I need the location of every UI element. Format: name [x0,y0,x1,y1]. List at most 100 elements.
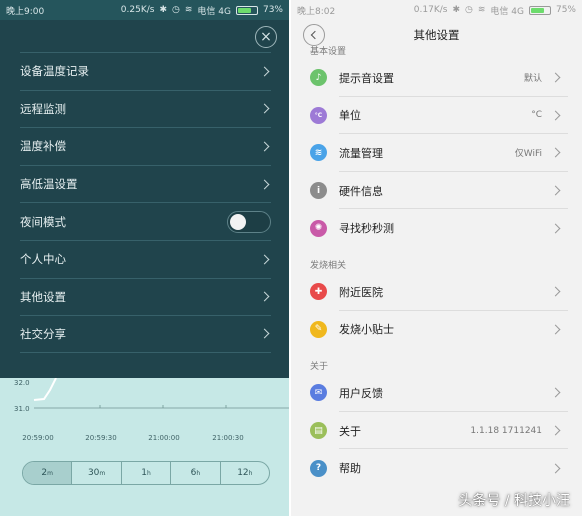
range-button[interactable]: 12 h [219,462,269,484]
section-header: 发烧相关 [310,260,347,271]
find-device-icon: ✺ [310,219,327,237]
settings-row-label: 提示音设置 [339,71,394,85]
range-unit: h [196,469,201,477]
chevron-right-icon [550,463,561,474]
about-icon: ▤ [310,422,327,440]
chevron-right-icon [550,148,561,158]
chevron-right-icon [259,291,270,302]
status-time: 晚上9:00 [6,6,45,17]
right-screen: 晚上8:02 0.17K/s ✱ ◷ ≋ 电信 4G 75% 其他设置 基本设置… [291,0,582,516]
drawer-item[interactable]: 高低温设置 [20,164,271,203]
x-tick-label: 20:59:00 [22,434,53,442]
close-drawer-button[interactable]: × [255,26,277,48]
alarm-icon: ◷ [172,5,180,15]
range-button[interactable]: 2m [23,462,72,484]
drawer-item[interactable]: 设备温度记录 [20,52,271,90]
y-tick-label: 32.0 [14,379,30,387]
info-icon: i [310,182,327,200]
range-value: 12 [237,468,249,478]
battery-icon [235,5,258,15]
drawer-item-label: 夜间模式 [20,214,66,229]
drawer-item[interactable]: 个人中心 [20,239,271,278]
drawer-item[interactable]: 远程监测 [20,89,271,128]
drawer-menu: 设备温度记录 远程监测温度补偿 高低温设置夜间模式个人中心其他设置社交分享 [20,52,271,353]
settings-row-label: 寻找秒秒测 [339,222,394,236]
range-unit: h [248,469,253,477]
tips-icon: ✎ [310,320,327,338]
wifi-icon: ≋ [310,144,327,162]
settings-row-label: 用户反馈 [339,386,383,400]
time-range-selector: 2 m 30 m 1 h 6 h 12 h [22,461,270,485]
range-button[interactable]: 1h [120,462,170,484]
settings-row[interactable]: ♪ 提示音设置 默认 [291,59,582,97]
drawer-item[interactable]: 社交分享 [20,315,271,353]
wifi-status-icon: ≋ [184,5,193,15]
settings-row[interactable]: °C 单位 °C [291,97,582,135]
unit-icon: °C [310,106,327,124]
drawer-item[interactable]: 其他设置 [20,277,271,316]
chevron-right-icon [550,286,561,297]
range-button[interactable]: 30 m [71,462,120,484]
bluetooth-icon: ✱ [452,5,461,15]
status-bar: 晚上9:00 0.25K/s ✱ ◷ ≋ 电信 4G 73% [0,0,289,20]
drawer-item-label: 远程监测 [20,101,66,116]
settings-row[interactable]: ✺ 寻找秒秒测 [291,209,582,247]
drawer-item-label: 设备温度记录 [20,64,89,79]
temperature-line [33,378,57,401]
chevron-right-icon [550,185,561,196]
drawer-item-label: 其他设置 [20,289,66,304]
back-button[interactable] [303,24,325,46]
settings-row[interactable]: ≋ 流量管理 仅WiFi [291,134,582,172]
wifi-status-icon: ≋ [477,5,486,15]
bluetooth-icon: ✱ [159,5,168,15]
temperature-chart: 32.0 31.0 20:59:00 20:59:30 21:00:00 21:00:30… [0,378,289,516]
side-drawer: × 设备温度记录 远程监测温度补偿 高低温设置夜间模式个人中心其他设置社交分享 [0,20,289,378]
drawer-item[interactable]: 夜间模式 [20,202,271,240]
settings-group: ✚ 附近医院 ✎ 发烧小贴士 [291,272,582,349]
chevron-right-icon [550,223,561,234]
chevron-right-icon [550,425,561,436]
hospital-icon: ✚ [310,283,327,301]
settings-row[interactable]: ✎ 发烧小贴士 [291,311,582,349]
settings-row-label: 关于 [339,424,361,438]
settings-row[interactable]: ▤ 关于 1.1.18 1711241 [291,412,582,450]
settings-group: ♪ 提示音设置 默认 °C 单位 °C ≋ 流量管理 仅WiFi i 硬件信息 ✺ 寻找秒秒测 [291,59,582,247]
chevron-right-icon [550,388,561,398]
range-unit: h [146,469,151,477]
x-tick-label: 21:00:00 [148,434,179,442]
page-title: 其他设置 [413,28,460,42]
chevron-right-icon [550,324,561,335]
carrier-label: 电信 4G [197,6,231,17]
range-button[interactable]: 6h [170,462,219,484]
settings-row[interactable]: ✚ 附近医院 [291,273,582,311]
settings-row[interactable]: i 硬件信息 [291,172,582,210]
section-header: 关于 [310,362,329,373]
drawer-item-label: 社交分享 [20,326,66,341]
range-unit: m [99,469,106,477]
chevron-right-icon [259,103,270,114]
settings-group: ✉ 用户反馈 ▤ 关于 1.1.18 1711241? 帮助 [291,374,582,487]
battery-percent: 75% [555,5,576,15]
drawer-item-label: 个人中心 [20,252,66,267]
alarm-icon: ◷ [465,5,473,15]
settings-list: 基本设置 ♪ 提示音设置 默认 °C 单位 °C ≋ 流量管理 仅WiFi i 硬件信息 ✺ 寻找秒秒测发… [291,45,582,487]
settings-row-label: 流量管理 [339,146,383,160]
feedback-icon: ✉ [310,384,327,402]
night-mode-toggle[interactable] [227,210,271,233]
battery-percent: 73% [262,5,283,15]
chevron-right-icon [259,66,270,77]
back-arrow-icon [310,30,320,40]
chevron-right-icon [550,110,561,121]
settings-row[interactable]: ✉ 用户反馈 [291,374,582,412]
y-tick-label: 31.0 [14,405,30,413]
range-value: 30 [87,468,100,478]
drawer-item[interactable]: 温度补偿 [20,127,271,165]
settings-row[interactable]: ? 帮助 [291,449,582,487]
left-screen: 晚上9:00 0.25K/s ✱ ◷ ≋ 电信 4G 73% × 设备温度记录远… [0,0,289,516]
network-speed: 0.25K/s [120,5,155,15]
help-icon: ? [310,459,327,477]
chevron-right-icon [259,329,270,339]
settings-row-label: 硬件信息 [339,184,383,198]
